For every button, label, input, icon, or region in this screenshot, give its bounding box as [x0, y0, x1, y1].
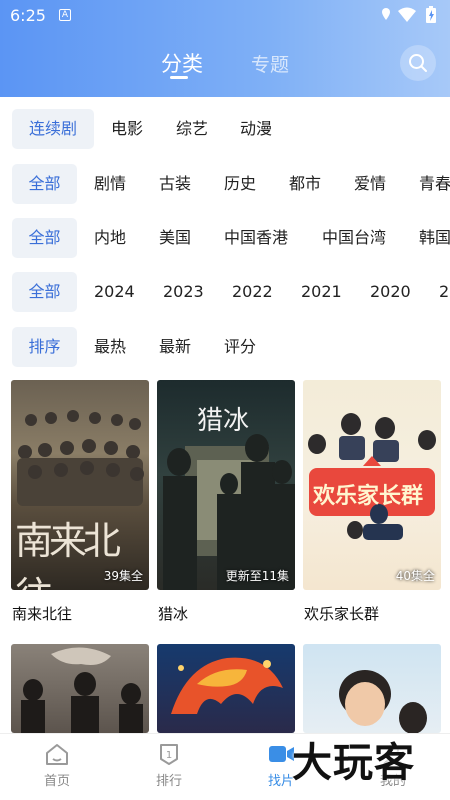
filter-year-option[interactable]: 2: [439, 272, 449, 312]
video-icon: [269, 746, 294, 762]
filter-region-option[interactable]: 中国台湾: [322, 218, 386, 258]
sort-label[interactable]: 排序: [12, 327, 77, 367]
notification-badge: A: [59, 9, 71, 21]
filter-type-option[interactable]: 综艺: [176, 109, 208, 149]
sort-option[interactable]: 评分: [224, 327, 256, 367]
poster-title[interactable]: 猎冰: [158, 603, 188, 624]
filter-genre-option[interactable]: 青春: [419, 164, 450, 204]
nav-rank[interactable]: 1 排行: [124, 734, 214, 789]
sort-option[interactable]: 最热: [94, 327, 126, 367]
filter-genre-option[interactable]: 古装: [159, 164, 191, 204]
filter-year-option[interactable]: 2022: [232, 272, 273, 312]
filter-row-year: 全部 2024 2023 2022 2021 2020 2: [0, 272, 450, 312]
header: 6:25 A 分类 专题: [0, 0, 450, 97]
filter-row-type: 连续剧 电影 综艺 动漫: [0, 109, 450, 149]
episode-count: 39集全: [103, 569, 143, 583]
watermark: 大玩客: [292, 740, 415, 786]
wifi-icon: [398, 7, 416, 22]
home-icon: [46, 744, 68, 765]
poster-art: [339, 670, 427, 733]
tab-topic[interactable]: 专题: [251, 50, 289, 77]
filter-type-option[interactable]: 动漫: [240, 109, 272, 149]
poster-card[interactable]: [157, 644, 295, 733]
filter-genre-option[interactable]: 都市: [289, 164, 321, 204]
active-tab-indicator: [170, 76, 188, 79]
poster-card[interactable]: 南来北往 39集全: [11, 380, 149, 590]
filter-year-option[interactable]: 2024: [94, 272, 135, 312]
filter-region-option[interactable]: 中国香港: [224, 218, 288, 258]
nav-home-label: 首页: [43, 774, 70, 789]
poster-card[interactable]: [303, 644, 441, 733]
filter-row-region: 全部 内地 美国 中国香港 中国台湾 韩国: [0, 218, 450, 258]
filter-row-sort: 排序 最热 最新 评分: [0, 327, 450, 367]
tab-category[interactable]: 分类: [161, 48, 203, 78]
system-icons: [382, 6, 442, 28]
status-bar: 6:25 A: [0, 0, 450, 30]
filter-year-option[interactable]: 2020: [370, 272, 411, 312]
poster-title-art: 欢乐家长群: [313, 483, 424, 509]
rank-icon: 1: [160, 744, 178, 765]
episode-count: 更新至11集: [225, 569, 289, 583]
filter-row-genre: 全部 剧情 古装 历史 都市 爱情 青春: [0, 164, 450, 204]
poster-art: [21, 647, 143, 733]
battery-icon: [426, 6, 436, 23]
poster-title[interactable]: 南来北往: [12, 603, 72, 624]
search-button[interactable]: [400, 45, 436, 81]
filter-region-option[interactable]: 韩国: [419, 218, 450, 258]
filter-genre-option[interactable]: 历史: [224, 164, 256, 204]
filter-type-option[interactable]: 电影: [111, 109, 143, 149]
filter-genre-option[interactable]: 剧情: [94, 164, 126, 204]
episode-count: 40集全: [395, 569, 435, 583]
status-time: 6:25: [10, 6, 46, 25]
poster-card[interactable]: [11, 644, 149, 733]
poster-art: [171, 657, 283, 714]
poster-title[interactable]: 欢乐家长群: [304, 603, 379, 624]
poster-card[interactable]: 猎冰 更新至11集: [157, 380, 295, 590]
location-icon: [382, 8, 390, 20]
filter-year-option[interactable]: 2023: [163, 272, 204, 312]
filter-year-selected[interactable]: 全部: [12, 272, 77, 312]
nav-home[interactable]: 首页: [12, 734, 102, 789]
filter-genre-selected[interactable]: 全部: [12, 164, 77, 204]
poster-card[interactable]: 欢乐家长群 40集全: [303, 380, 441, 590]
poster-title-art: 猎冰: [197, 406, 250, 436]
filter-region-selected[interactable]: 全部: [12, 218, 77, 258]
nav-rank-label: 排行: [155, 774, 182, 789]
filter-type-selected[interactable]: 连续剧: [12, 109, 94, 149]
filter-region-option[interactable]: 美国: [159, 218, 191, 258]
search-icon: [409, 54, 427, 72]
filter-year-option[interactable]: 2021: [301, 272, 342, 312]
svg-text:1: 1: [166, 750, 172, 761]
filter-genre-option[interactable]: 爱情: [354, 164, 386, 204]
filter-region-option[interactable]: 内地: [94, 218, 126, 258]
sort-option[interactable]: 最新: [159, 327, 191, 367]
